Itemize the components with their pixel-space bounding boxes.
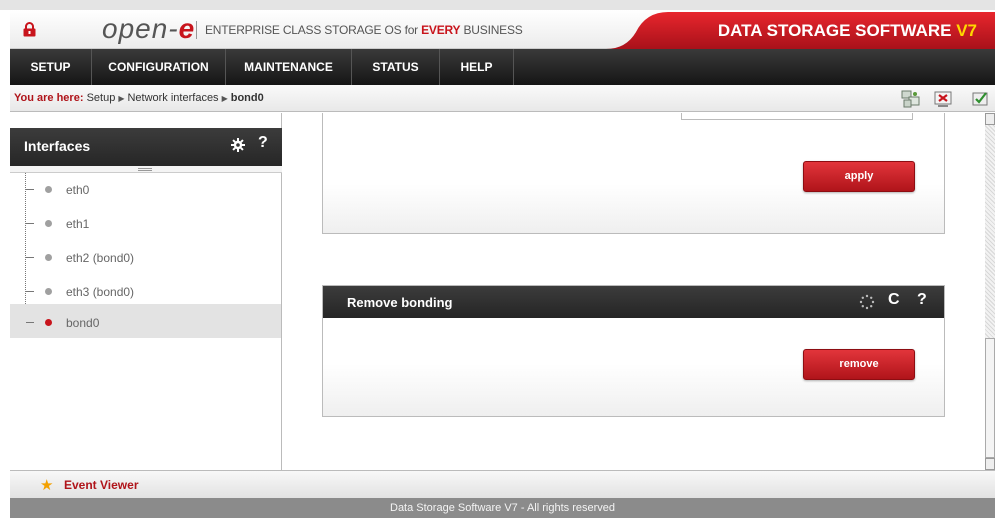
header-divider: [196, 21, 197, 39]
footer: Data Storage Software V7 - All rights re…: [10, 498, 995, 518]
sidebar-help-icon[interactable]: ?: [258, 134, 268, 152]
breadcrumb-item-setup[interactable]: Setup: [87, 92, 116, 104]
status-dot-icon: [45, 319, 52, 326]
status-dot-icon: [45, 254, 52, 261]
logout-icon[interactable]: [932, 88, 954, 110]
network-icon[interactable]: [900, 88, 922, 110]
nav-help[interactable]: HELP: [440, 49, 514, 85]
brand-title: DATA STORAGE SOFTWARE V7: [717, 21, 977, 40]
nav-setup[interactable]: SETUP: [10, 49, 92, 85]
sidebar-header: Interfaces ?: [10, 128, 282, 166]
breadcrumb: You are here: Setup ▶ Network interfaces ▶ b…: [14, 92, 264, 104]
tree-item-label: eth3 (bond0): [66, 285, 135, 299]
brand-banner: DATA STORAGE SOFTWARE V7: [606, 10, 995, 49]
sidebar-title: Interfaces: [24, 138, 91, 154]
status-dot-icon: [45, 288, 52, 295]
main-content: apply Remove bonding C ? remove: [283, 113, 985, 470]
breadcrumb-arrow-icon: ▶: [221, 94, 228, 103]
breadcrumb-item-network-interfaces[interactable]: Network interfaces: [127, 92, 218, 104]
nav-status[interactable]: STATUS: [352, 49, 440, 85]
settings-field[interactable]: [681, 113, 913, 120]
remove-button[interactable]: remove: [803, 349, 915, 380]
apply-button[interactable]: apply: [803, 161, 915, 192]
tagline: ENTERPRISE CLASS STORAGE OS for EVERY BU…: [205, 23, 523, 37]
brand-logo: open-e: [102, 13, 196, 44]
remove-bonding-title: Remove bonding: [347, 295, 453, 310]
gear-icon[interactable]: [231, 138, 245, 152]
tree-item-bond0[interactable]: bond0: [10, 304, 281, 338]
tree-item-label: bond0: [66, 316, 100, 330]
nav-configuration[interactable]: CONFIGURATION: [92, 49, 226, 85]
status-dot-icon: [45, 220, 52, 227]
breadcrumb-item-current: bond0: [230, 92, 264, 104]
nav-maintenance[interactable]: MAINTENANCE: [226, 49, 352, 85]
breadcrumb-prefix: You are here:: [14, 92, 84, 104]
scroll-down-icon[interactable]: [985, 458, 995, 470]
status-dot-icon: [45, 186, 52, 193]
app-header: open-e ENTERPRISE CLASS STORAGE OS for E…: [10, 10, 995, 49]
update-icon[interactable]: [970, 88, 992, 110]
tree-item-eth1[interactable]: eth1: [10, 207, 281, 241]
star-icon: ★: [40, 477, 54, 494]
tree-item-label: eth2 (bond0): [66, 251, 135, 265]
remove-bonding-panel: Remove bonding C ? remove: [322, 285, 945, 417]
refresh-icon[interactable]: C: [888, 291, 900, 309]
tree-item-eth2[interactable]: eth2 (bond0): [10, 241, 281, 275]
lock-icon: [23, 22, 36, 37]
top-strip: [0, 0, 995, 10]
scroll-up-icon[interactable]: [985, 113, 995, 125]
content-scrollbar[interactable]: [985, 113, 995, 470]
loading-spinner-icon: [859, 294, 875, 310]
main-nav: SETUP CONFIGURATION MAINTENANCE STATUS H…: [10, 49, 995, 85]
settings-panel: apply: [322, 113, 945, 234]
tree-item-label: eth0: [66, 183, 90, 197]
breadcrumb-arrow-icon: ▶: [118, 94, 125, 103]
resize-grip[interactable]: [10, 166, 282, 173]
breadcrumb-bar: You are here: Setup ▶ Network interfaces ▶ b…: [10, 85, 995, 112]
scroll-thumb[interactable]: [985, 338, 995, 458]
tree-item-label: eth1: [66, 217, 90, 231]
remove-bonding-header: Remove bonding C ?: [323, 286, 944, 318]
sidebar: Interfaces ? eth0 eth1 eth2 (bond0) eth3…: [10, 113, 282, 470]
event-viewer-bar: ★ Event Viewer: [10, 470, 995, 498]
tree-item-eth0[interactable]: eth0: [10, 173, 281, 207]
event-viewer-link[interactable]: Event Viewer: [64, 478, 138, 492]
help-icon[interactable]: ?: [917, 291, 927, 309]
